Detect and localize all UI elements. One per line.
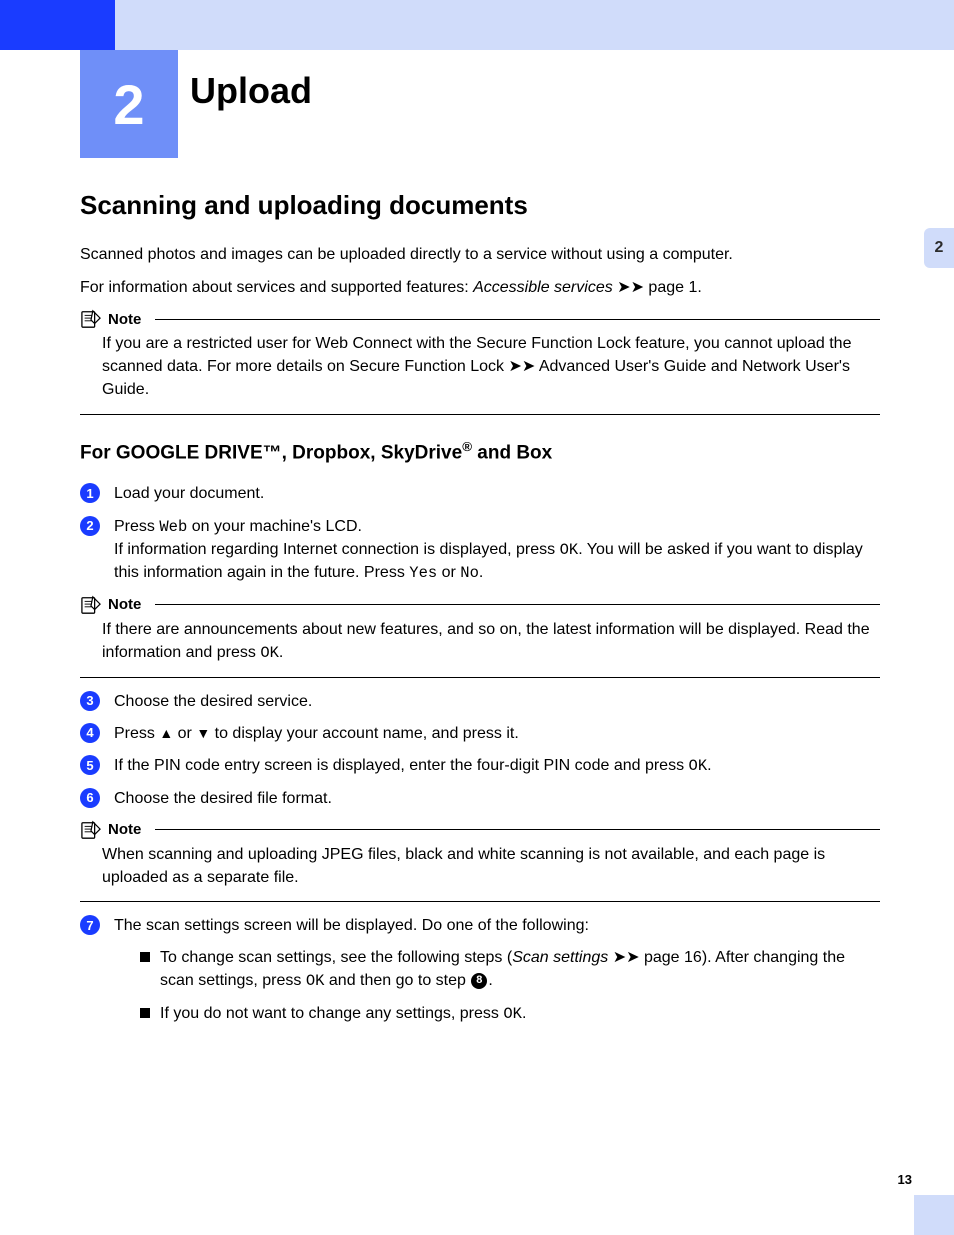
note-icon: [80, 595, 102, 615]
bullet-2-body: If you do not want to change any setting…: [160, 1002, 880, 1025]
note-icon: [80, 820, 102, 840]
step-7: 7 The scan settings screen will be displ…: [80, 914, 880, 1035]
s2-web: Web: [159, 518, 187, 536]
s4c: to display your account name, and press …: [210, 725, 519, 742]
b1-ref: Scan settings: [512, 949, 608, 966]
note-1-body: If you are a restricted user for Web Con…: [102, 333, 880, 402]
note-block-3: Note When scanning and uploading JPEG fi…: [80, 820, 880, 890]
step-2-text: Press Web on your machine's LCD. If info…: [114, 515, 880, 585]
note-label: Note: [108, 596, 141, 613]
note2-ok: OK: [260, 644, 279, 662]
b2-ok: OK: [503, 1005, 522, 1023]
step-2: 2 Press Web on your machine's LCD. If in…: [80, 515, 880, 585]
note-icon: [80, 309, 102, 329]
bullet-1: To change scan settings, see the followi…: [140, 946, 880, 993]
divider: [80, 677, 880, 678]
header-banner: [0, 0, 954, 50]
note-block-1: Note If you are a restricted user for We…: [80, 309, 880, 402]
step-3: 3 Choose the desired service.: [80, 690, 880, 713]
chapter-title: Upload: [190, 70, 312, 112]
b1d: .: [488, 972, 492, 989]
note-label: Note: [108, 311, 141, 328]
step-badge: 4: [80, 723, 100, 743]
reference-arrow-icon: ➤➤: [617, 279, 644, 296]
intro-reference: Accessible services: [473, 279, 613, 296]
subheading-post: and Box: [472, 442, 552, 463]
s4b: or: [173, 725, 196, 742]
step-3-text: Choose the desired service.: [114, 690, 880, 713]
chapter-number: 2: [113, 72, 144, 137]
divider: [80, 414, 880, 415]
s2-ok: OK: [560, 541, 579, 559]
square-bullet-icon: [140, 1008, 150, 1018]
s2-no: No: [460, 564, 479, 582]
divider: [80, 901, 880, 902]
s2f: .: [479, 564, 483, 581]
header-corner-block: [0, 0, 115, 50]
step-4: 4 Press ▲ or ▼ to display your account n…: [80, 722, 880, 745]
down-triangle-icon: ▼: [196, 725, 210, 741]
step-1: 1 Load your document.: [80, 482, 880, 505]
step-badge: 5: [80, 755, 100, 775]
up-triangle-icon: ▲: [159, 725, 173, 741]
note-3-body: When scanning and uploading JPEG files, …: [102, 844, 880, 890]
section-heading: Scanning and uploading documents: [80, 190, 880, 221]
intro-paragraph-2: For information about services and suppo…: [80, 276, 880, 299]
step-5: 5 If the PIN code entry screen is displa…: [80, 754, 880, 777]
intro-p2-prefix: For information about services and suppo…: [80, 279, 473, 296]
s2-yes: Yes: [409, 564, 437, 582]
bullet-2: If you do not want to change any setting…: [140, 1002, 880, 1025]
note2-b: .: [279, 644, 283, 661]
step-ref-badge: 8: [471, 973, 487, 989]
s7: The scan settings screen will be display…: [114, 917, 589, 934]
b1a: To change scan settings, see the followi…: [160, 949, 512, 966]
b2b: .: [522, 1005, 526, 1022]
chapter-number-box: 2: [80, 50, 178, 158]
reference-arrow-icon: ➤➤: [613, 949, 640, 966]
step-6-text: Choose the desired file format.: [114, 787, 880, 810]
step-4-text: Press ▲ or ▼ to display your account nam…: [114, 722, 880, 745]
note-rule: [155, 319, 880, 320]
intro-paragraph-1: Scanned photos and images can be uploade…: [80, 243, 880, 266]
step-badge: 6: [80, 788, 100, 808]
b1-ok: OK: [306, 972, 325, 990]
b2a: If you do not want to change any setting…: [160, 1005, 503, 1022]
intro-p2-suffix: page 1.: [644, 279, 702, 296]
step-badge: 3: [80, 691, 100, 711]
bullet-1-body: To change scan settings, see the followi…: [160, 946, 880, 993]
note-label: Note: [108, 821, 141, 838]
s2e: or: [437, 564, 460, 581]
step-7-text: The scan settings screen will be display…: [114, 914, 880, 1035]
footer-corner-block: [914, 1195, 954, 1235]
step-badge: 1: [80, 483, 100, 503]
side-tab-number: 2: [935, 239, 944, 257]
subheading-sup: ®: [462, 439, 472, 454]
note-rule: [155, 604, 880, 605]
square-bullet-icon: [140, 952, 150, 962]
s2a: Press: [114, 518, 159, 535]
note-block-2: Note If there are announcements about ne…: [80, 595, 880, 665]
subheading-pre: For GOOGLE DRIVE™, Dropbox, SkyDrive: [80, 442, 462, 463]
b1c: and then go to step: [324, 972, 470, 989]
side-tab: 2: [924, 228, 954, 268]
s4a: Press: [114, 725, 159, 742]
s2b: on your machine's LCD.: [187, 518, 362, 535]
step-6: 6 Choose the desired file format.: [80, 787, 880, 810]
note2-a: If there are announcements about new fea…: [102, 621, 870, 661]
step-badge: 7: [80, 915, 100, 935]
step-1-text: Load your document.: [114, 482, 880, 505]
step-5-text: If the PIN code entry screen is displaye…: [114, 754, 880, 777]
s5a: If the PIN code entry screen is displaye…: [114, 757, 689, 774]
page-number: 13: [898, 1172, 912, 1187]
s5-ok: OK: [689, 757, 708, 775]
note-rule: [155, 829, 880, 830]
note-2-body: If there are announcements about new fea…: [102, 619, 880, 665]
subsection-heading: For GOOGLE DRIVE™, Dropbox, SkyDrive® an…: [80, 439, 880, 464]
s5b: .: [707, 757, 711, 774]
step-badge: 2: [80, 516, 100, 536]
reference-arrow-icon: ➤➤: [508, 358, 535, 375]
s2c: If information regarding Internet connec…: [114, 541, 560, 558]
